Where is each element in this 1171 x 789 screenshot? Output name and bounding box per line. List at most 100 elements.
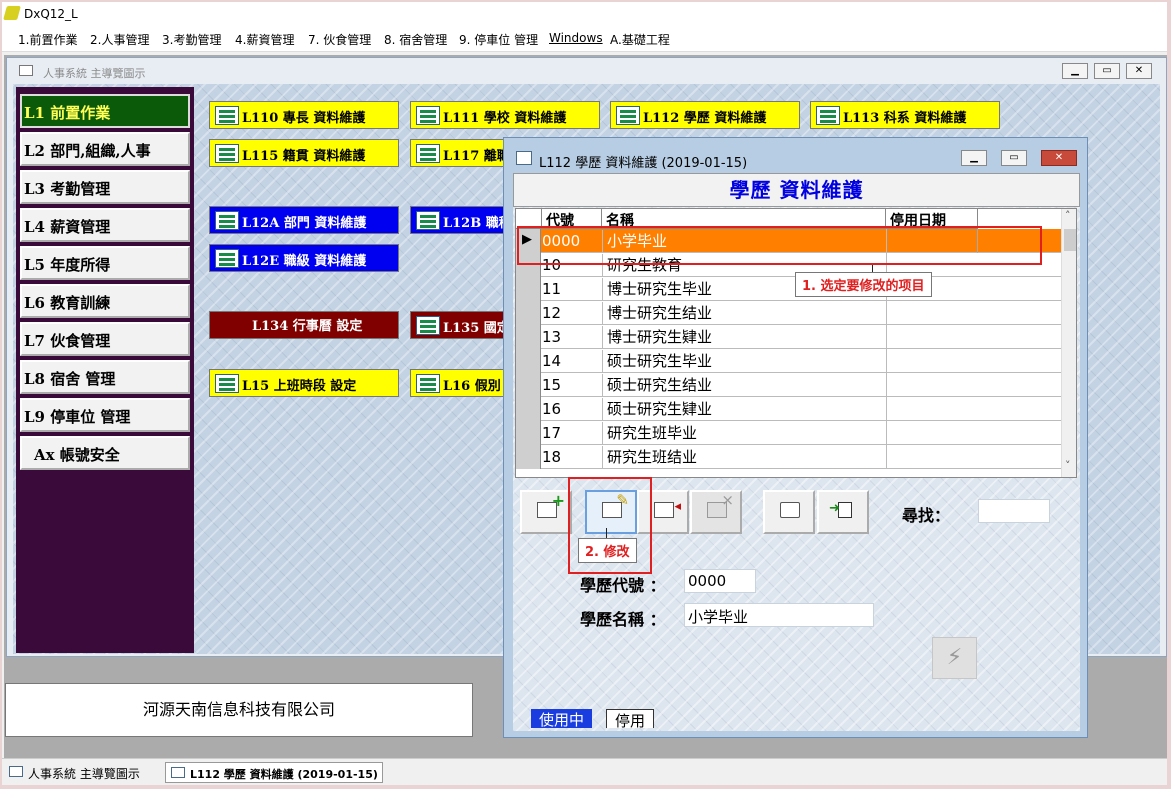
form-icon xyxy=(416,106,440,125)
module-sidebar: L1 前置作業 L2 部門,組織,人事 L3 考勤管理 L4 薪資管理 L5 年… xyxy=(16,87,194,653)
tile-l134[interactable]: L134 行事曆 設定 xyxy=(209,311,399,339)
status-tabs: 使用中 停用 xyxy=(521,705,681,730)
sidebar-item-l1[interactable]: L1 前置作業 xyxy=(20,94,190,128)
cell-disabled-date xyxy=(886,349,978,373)
name-field[interactable]: 小学毕业 xyxy=(684,603,874,627)
sidebar-item-l8[interactable]: L8 宿舍 管理 xyxy=(20,360,190,394)
sidebar-item-l9[interactable]: L9 停車位 管理 xyxy=(20,398,190,432)
cell-disabled-date xyxy=(886,325,978,349)
tile-l113[interactable]: L113 科系 資料維護 xyxy=(810,101,1000,129)
tile-l15[interactable]: L15 上班時段 設定 xyxy=(209,369,399,397)
cell-code: 18 xyxy=(542,448,562,466)
delete-disabled-icon xyxy=(707,491,734,518)
menu-item-attendance[interactable]: 3.考勤管理 xyxy=(162,31,221,48)
scroll-thumb[interactable] xyxy=(1064,229,1076,251)
tile-label: L12A 部門 資料維護 xyxy=(242,216,367,231)
sidebar-item-l7[interactable]: L7 伙食管理 xyxy=(20,322,190,356)
row-selector[interactable] xyxy=(516,421,541,445)
row-selector[interactable] xyxy=(516,325,541,349)
delete-disabled-button[interactable] xyxy=(690,490,742,534)
maximize-button[interactable]: ▭ xyxy=(1094,63,1120,79)
menu-item-prework[interactable]: 1.前置作業 xyxy=(18,31,77,48)
company-name-box: 河源天南信息科技有限公司 xyxy=(5,683,473,737)
sidebar-item-l4[interactable]: L4 薪資管理 xyxy=(20,208,190,242)
tile-label: L112 學歷 資料維護 xyxy=(643,111,767,126)
menu-item-salary[interactable]: 4.薪資管理 xyxy=(235,31,294,48)
menu-item-dorm[interactable]: 8. 宿舍管理 xyxy=(384,31,447,48)
title-bar: DxQ12_L xyxy=(2,2,1167,26)
menu-item-windows[interactable]: Windows xyxy=(549,31,603,45)
search-input[interactable] xyxy=(978,499,1050,523)
sidebar-item-ax[interactable]: Ax 帳號安全 xyxy=(20,436,190,470)
menu-item-hr[interactable]: 2.人事管理 xyxy=(90,31,149,48)
row-selector[interactable] xyxy=(516,397,541,421)
tile-l115[interactable]: L115 籍貫 資料維護 xyxy=(209,139,399,167)
table-row[interactable]: 11 博士研究生毕业 xyxy=(516,277,1061,301)
tile-l111[interactable]: L111 學校 資料維護 xyxy=(410,101,600,129)
table-row[interactable]: 15 硕士研究生结业 xyxy=(516,373,1061,397)
table-row[interactable]: 18 研究生班结业 xyxy=(516,445,1061,469)
tile-l135[interactable]: L135 國定 xyxy=(410,311,510,339)
tile-l12a[interactable]: L12A 部門 資料維護 xyxy=(209,206,399,234)
row-selector[interactable] xyxy=(516,349,541,373)
form-icon xyxy=(816,106,840,125)
tile-l12e[interactable]: L12E 職級 資料維護 xyxy=(209,244,399,272)
form-icon xyxy=(416,211,440,230)
dialog-maximize-button[interactable]: ▭ xyxy=(1001,150,1027,166)
tile-label: L113 科系 資料維護 xyxy=(843,111,967,126)
scroll-down-icon[interactable]: ˅ xyxy=(1065,459,1071,472)
exit-icon xyxy=(829,501,852,518)
table-row[interactable]: 17 研究生班毕业 xyxy=(516,421,1061,445)
tab-disabled[interactable]: 停用 xyxy=(606,709,655,730)
row-selector[interactable] xyxy=(516,373,541,397)
menu-item-basic[interactable]: A.基礎工程 xyxy=(610,31,670,48)
sidebar-item-l6[interactable]: L6 教育訓練 xyxy=(20,284,190,318)
row-selector[interactable] xyxy=(516,277,541,301)
grid-scrollbar[interactable]: ˄ ˅ xyxy=(1061,209,1076,477)
tab-active[interactable]: 使用中 xyxy=(531,709,593,729)
task-item-main[interactable]: 人事系統 主導覽圖示 xyxy=(4,762,144,783)
code-label: 學歷代號 ： xyxy=(580,576,666,595)
close-button[interactable]: ✕ xyxy=(1126,63,1152,79)
tile-label: L12E 職級 資料維護 xyxy=(242,254,367,269)
window-icon xyxy=(9,766,23,777)
minimize-button[interactable]: ▁ xyxy=(1062,63,1088,79)
tile-l110[interactable]: L110 專長 資料維護 xyxy=(209,101,399,129)
cell-disabled-date xyxy=(886,373,978,397)
add-icon xyxy=(537,491,565,518)
tile-l117[interactable]: L117 離職 xyxy=(410,139,510,167)
table-row[interactable]: 12 博士研究生结业 xyxy=(516,301,1061,325)
sidebar-item-l5[interactable]: L5 年度所得 xyxy=(20,246,190,280)
print-button[interactable] xyxy=(763,490,815,534)
row-selector[interactable] xyxy=(516,445,541,469)
row-selector[interactable] xyxy=(516,301,541,325)
dialog-title: L112 學歷 資料維護 (2019-01-15) xyxy=(539,156,748,171)
tile-l112[interactable]: L112 學歷 資料維護 xyxy=(610,101,800,129)
dialog-close-button[interactable]: ✕ xyxy=(1041,150,1077,166)
table-row[interactable]: 14 硕士研究生毕业 xyxy=(516,349,1061,373)
tile-l12b[interactable]: L12B 職稱 xyxy=(410,206,510,234)
table-row[interactable]: 13 博士研究生肄业 xyxy=(516,325,1061,349)
tile-l16[interactable]: L16 假別 xyxy=(410,369,510,397)
tile-label: L134 行事曆 設定 xyxy=(252,319,363,334)
cell-code: 14 xyxy=(542,352,562,370)
form-icon xyxy=(416,374,440,393)
sidebar-item-l3[interactable]: L3 考勤管理 xyxy=(20,170,190,204)
task-item-label: L112 學歷 資料維護 (2019-01-15) xyxy=(190,768,378,781)
sidebar-item-l2[interactable]: L2 部門,組織,人事 xyxy=(20,132,190,166)
dialog-minimize-button[interactable]: ▁ xyxy=(961,150,987,166)
menu-item-parking[interactable]: 9. 停車位 管理 xyxy=(459,31,538,48)
tile-label: L115 籍貫 資料維護 xyxy=(242,149,366,164)
scroll-up-icon[interactable]: ˄ xyxy=(1065,209,1071,222)
exit-button[interactable] xyxy=(817,490,869,534)
menu-item-meals[interactable]: 7. 伙食管理 xyxy=(308,31,371,48)
lightning-button[interactable]: ⚡ xyxy=(932,637,977,679)
task-item-l112[interactable]: L112 學歷 資料維護 (2019-01-15) xyxy=(165,762,383,783)
annotation-step2-label: 2. 修改 xyxy=(578,538,637,563)
add-button[interactable] xyxy=(520,490,572,534)
cell-name: 博士研究生肄业 xyxy=(602,326,886,348)
table-row[interactable]: 16 硕士研究生肄业 xyxy=(516,397,1061,421)
code-field[interactable]: 0000 xyxy=(684,569,756,593)
annotation-highlight-row xyxy=(517,226,1042,265)
cell-code: 12 xyxy=(542,304,562,322)
